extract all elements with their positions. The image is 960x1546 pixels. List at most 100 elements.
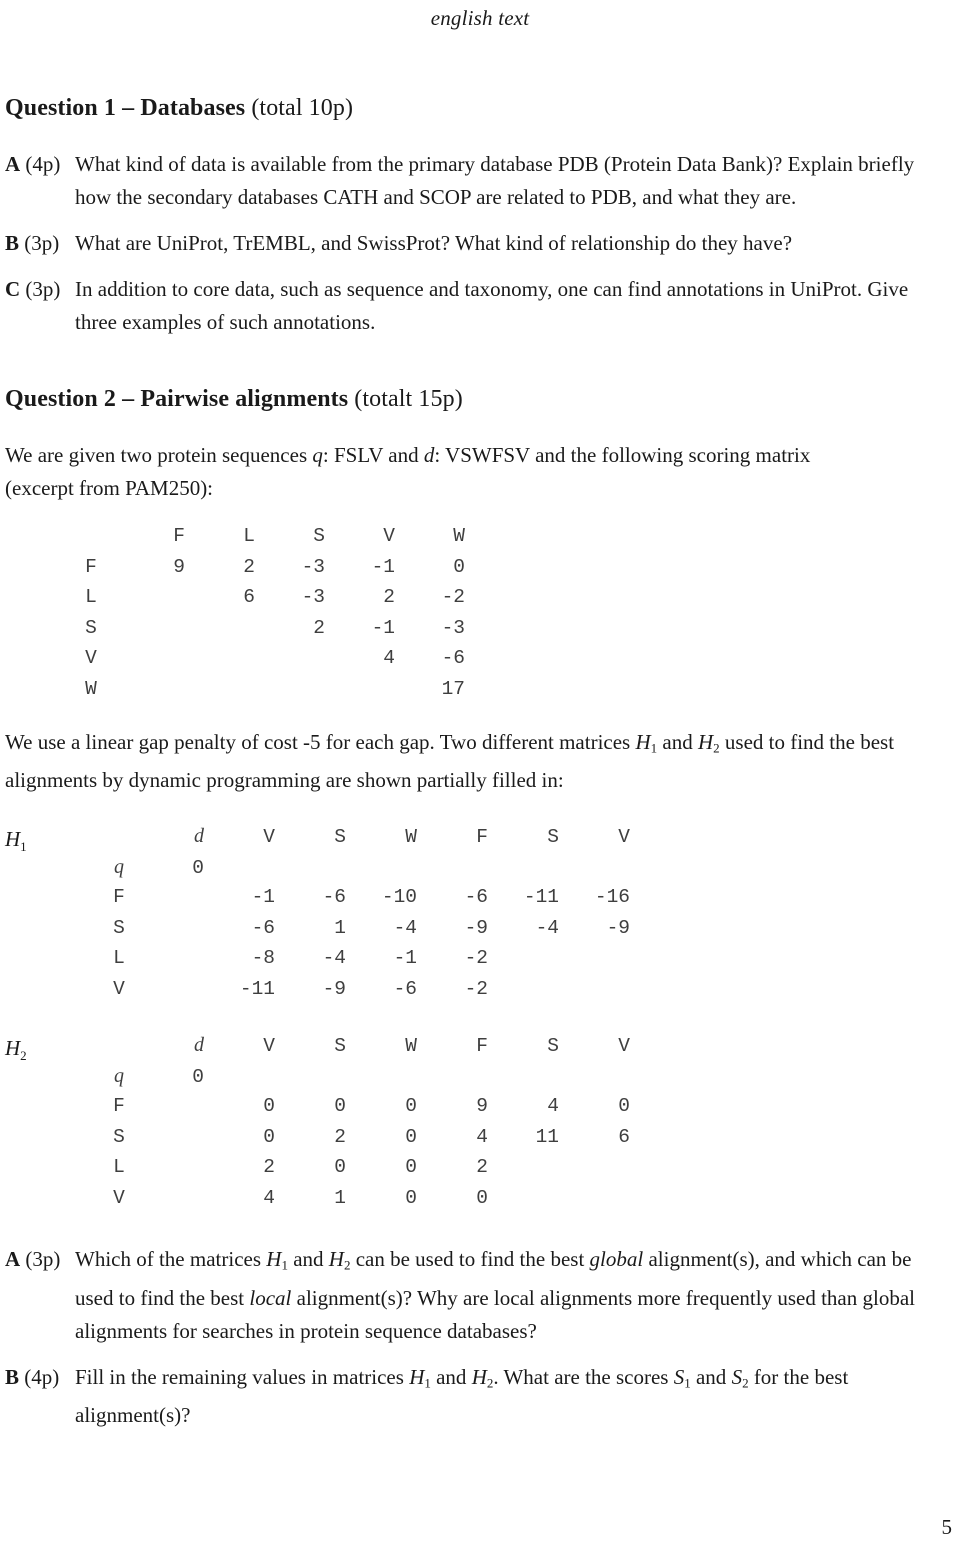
matrix-row-label: F: [113, 886, 125, 909]
pam250-scoring-matrix: F L S V W F 9 2 -3 -1 0 L 6 -3 2 -2 S 2 …: [51, 525, 487, 708]
matrix-cell: 9: [476, 1095, 488, 1118]
matrix-cell: [364, 856, 435, 887]
matrix-cell: 2: [243, 555, 255, 578]
item-label: B (3p): [5, 227, 75, 260]
matrix-origin-cell: [151, 978, 222, 1009]
h2-matrix-name: H2: [5, 1036, 27, 1064]
matrix-cell: 2: [334, 1125, 346, 1148]
page-number: 5: [941, 1515, 953, 1539]
matrix-cell: [207, 647, 277, 678]
matrix-col-header: F: [476, 826, 488, 849]
matrix-cell: [577, 978, 648, 1009]
item-text: What are UniProt, TrEMBL, and SwissProt?…: [75, 231, 793, 255]
emphasis-local: local: [249, 1285, 292, 1310]
matrix-cell: [222, 1065, 293, 1096]
matrix-cell: [207, 617, 277, 648]
matrix-cell: 11: [535, 1125, 559, 1148]
matrix-col-header: V: [263, 1035, 275, 1058]
matrix-corner-d: d: [194, 1034, 204, 1057]
matrix-row: V 4 -6: [51, 647, 487, 678]
matrix-row-label: F: [85, 555, 97, 578]
matrix-cell: -8: [251, 947, 275, 970]
matrix-row-label: S: [85, 616, 97, 639]
matrix-cell: [222, 856, 293, 887]
matrix-cell: [577, 1065, 648, 1096]
h1-matrix-block: H1 d V S W F S V q 0 F -1 -6 -10 -6 -11 …: [5, 825, 955, 1008]
matrix-row: L 2 0 0 2: [91, 1156, 648, 1187]
matrix-col-header: S: [547, 1035, 559, 1058]
item-letter: A: [5, 1247, 21, 1272]
matrix-col-header: S: [334, 1035, 346, 1058]
matrix-row-label: L: [113, 1156, 125, 1179]
matrix-cell: -6: [441, 647, 465, 669]
item-label: B (4p): [5, 1361, 75, 1394]
matrix-row-label: q: [114, 855, 124, 878]
matrix-cell: -6: [393, 977, 417, 1000]
matrix-col-header: L: [243, 525, 255, 547]
matrix-origin-cell: 0: [192, 1065, 204, 1088]
matrix-cell: [364, 1065, 435, 1096]
item-letter: C: [5, 277, 21, 301]
question-2-heading: Question 2 – Pairwise alignments (totalt…: [5, 386, 955, 413]
matrix-cell: -1: [393, 947, 417, 970]
item-points: (4p): [24, 1364, 60, 1389]
matrix-cell: -16: [594, 886, 630, 909]
gap-note-part2: and: [657, 730, 698, 754]
matrix-cell: [506, 856, 577, 887]
matrix-cell: 2: [313, 616, 325, 639]
matrix-cell: [137, 678, 207, 709]
matrix-row-label: S: [113, 916, 125, 939]
matrix-cell: [435, 856, 506, 887]
s1-symbol: S1: [673, 1364, 691, 1390]
matrix-cell: 6: [243, 586, 255, 608]
matrix-cell: [577, 947, 648, 978]
matrix-cell: -6: [251, 916, 275, 939]
intro-text-part1: We are given two protein sequences: [5, 443, 313, 467]
intro-text-part4: (excerpt from PAM250):: [5, 476, 214, 500]
matrix-row: F -1 -6 -10 -6 -11 -16: [91, 886, 648, 917]
question-2-item-a: A (3p) Which of the matrices H1 and H2 c…: [5, 1243, 955, 1347]
matrix-cell: -2: [464, 947, 488, 970]
matrix-col-header: F: [476, 1035, 488, 1058]
matrix-cell: 0: [405, 1095, 417, 1118]
item-text: What kind of data is available from the …: [75, 152, 915, 209]
item-label: A (3p): [5, 1243, 75, 1276]
matrix-origin-cell: 0: [192, 856, 204, 879]
question-1-heading-bold: Question 1 – Databases: [5, 95, 246, 121]
matrix-cell: [277, 678, 347, 709]
matrix-cell: [347, 678, 417, 709]
matrix-cell: -6: [322, 886, 346, 909]
matrix-row-label: L: [85, 586, 97, 608]
matrix-cell: 1: [334, 916, 346, 939]
matrix-cell: -11: [523, 886, 559, 909]
matrix-cell: [577, 1156, 648, 1187]
matrix-cell: 0: [263, 1095, 275, 1118]
item-text: Which of the matrices H1 and H2 can be u…: [75, 1247, 915, 1343]
matrix-cell: 0: [263, 1125, 275, 1148]
matrix-header-row: F L S V W: [51, 525, 487, 556]
matrix-row: L 6 -3 2 -2: [51, 586, 487, 617]
matrix-cell: -9: [464, 916, 488, 939]
matrix-cell: [577, 1187, 648, 1218]
matrix-cell: 6: [618, 1125, 630, 1148]
gap-note-part1: We use a linear gap penalty of cost -5 f…: [5, 730, 636, 754]
matrix-row-label: V: [85, 647, 97, 669]
matrix-cell: 4: [547, 1095, 559, 1118]
matrix-cell: -9: [606, 916, 630, 939]
question-1-item-b: B (3p) What are UniProt, TrEMBL, and Swi…: [5, 227, 955, 260]
item-points: (3p): [24, 231, 60, 255]
matrix-cell: [137, 617, 207, 648]
item-text: Fill in the remaining values in matrices…: [75, 1364, 849, 1427]
h2-symbol: H2: [328, 1247, 351, 1273]
matrix-cell: -2: [464, 977, 488, 1000]
matrix-cell: -3: [441, 616, 465, 639]
matrix-cell: -1: [371, 555, 395, 578]
h1-symbol: H1: [266, 1247, 288, 1273]
matrix-cell: -11: [239, 977, 275, 1000]
matrix-cell: [577, 856, 648, 887]
matrix-cell: -10: [381, 886, 417, 909]
item-points: (4p): [25, 152, 61, 176]
matrix-row-label: L: [113, 947, 125, 970]
item-letter: A: [5, 152, 21, 176]
